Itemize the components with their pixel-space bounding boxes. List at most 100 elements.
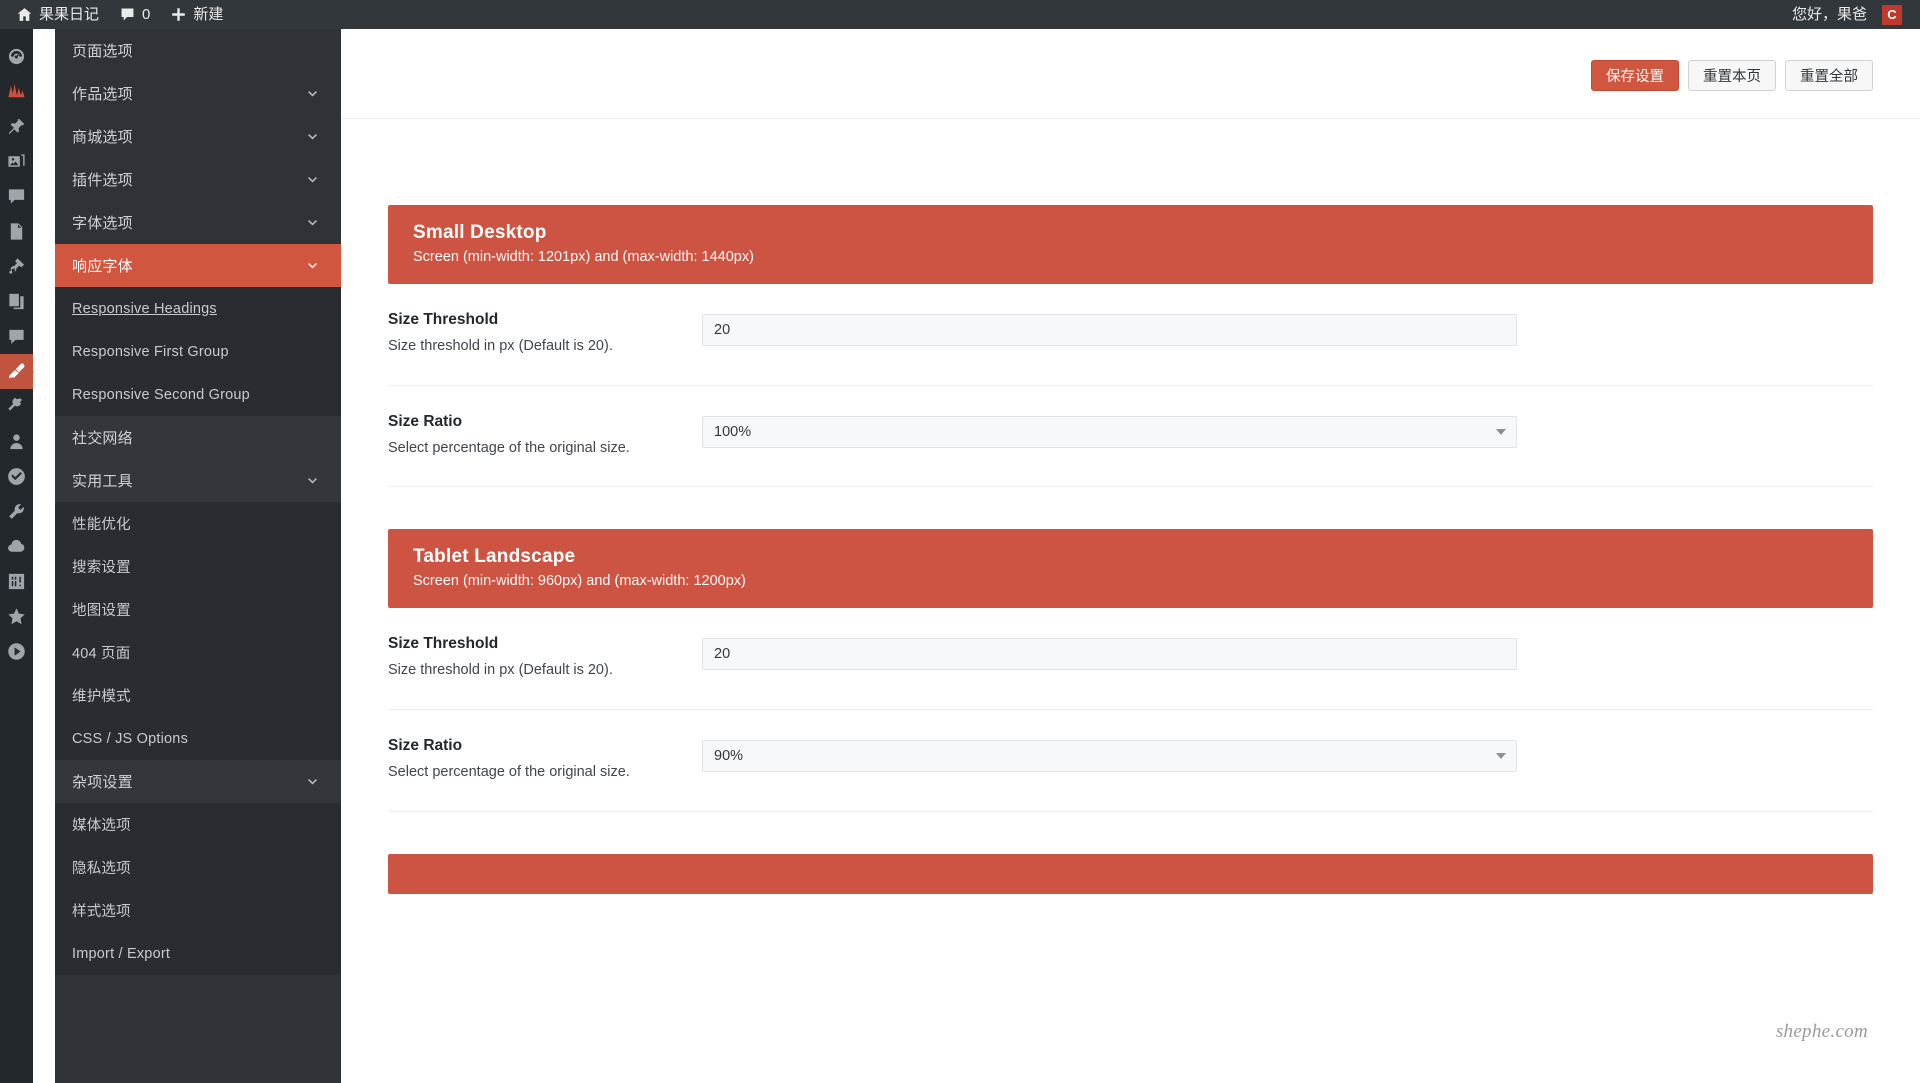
setting-label-block: Size Threshold Size threshold in px (Defa… <box>388 635 702 681</box>
save-button[interactable]: 保存设置 <box>1591 60 1679 91</box>
sidebar-item-7[interactable]: Responsive First Group <box>55 330 341 373</box>
sidebar-item-11[interactable]: 性能优化 <box>55 502 341 545</box>
check-badge-icon[interactable] <box>0 459 33 494</box>
sidebar-item-label: 插件选项 <box>72 172 133 189</box>
chevron-down-icon <box>306 474 319 487</box>
account-menu[interactable]: 您好，果爸 C <box>1782 0 1912 29</box>
sidebar-item-1[interactable]: 作品选项 <box>55 72 341 115</box>
sidebar-item-3[interactable]: 插件选项 <box>55 158 341 201</box>
pages-icon[interactable] <box>0 214 33 249</box>
greeting-label: 您好，果爸 <box>1791 6 1867 23</box>
chevron-down-icon <box>1496 753 1506 760</box>
dashboard-icon[interactable] <box>0 39 33 74</box>
appearance-brush-icon[interactable] <box>0 354 34 389</box>
sidebar-item-9[interactable]: 社交网络 <box>55 416 341 459</box>
plugins-puzzle-icon[interactable] <box>0 249 33 284</box>
sidebar-item-10[interactable]: 实用工具 <box>55 459 341 502</box>
chevron-down-icon <box>306 173 319 186</box>
avatar: C <box>1882 4 1902 25</box>
sidebar-item-19[interactable]: 隐私选项 <box>55 846 341 889</box>
tools-wrench-icon[interactable] <box>0 494 33 529</box>
cloud-icon[interactable] <box>0 529 33 564</box>
settings-sliders-icon[interactable] <box>0 564 33 599</box>
new-content-menu[interactable]: 新建 <box>160 0 233 29</box>
sidebar-item-0[interactable]: 页面选项 <box>55 29 341 72</box>
sidebar-item-16[interactable]: CSS / JS Options <box>55 717 341 760</box>
comments-icon[interactable] <box>0 179 33 214</box>
wp-admin-menu-rail <box>0 29 34 1083</box>
setting-title: Size Ratio <box>388 412 463 430</box>
input-value: 20 <box>714 322 731 338</box>
setting-label-block: Size Ratio Select percentage of the origi… <box>388 737 702 783</box>
site-name-menu[interactable]: 果果日记 <box>6 0 109 29</box>
pin-icon[interactable] <box>0 109 33 144</box>
size-threshold-input[interactable]: 20 <box>702 314 1517 346</box>
sidebar-item-label: 样式选项 <box>72 904 131 920</box>
play-circle-icon[interactable] <box>0 634 33 669</box>
plus-icon <box>170 6 187 23</box>
setting-description: Size threshold in px (Default is 20). <box>388 662 613 679</box>
sidebar-item-label: 杂项设置 <box>72 774 133 791</box>
sidebar-item-2[interactable]: 商城选项 <box>55 115 341 158</box>
chevron-down-icon <box>306 130 319 143</box>
comments-menu[interactable]: 0 <box>109 0 160 29</box>
sidebar-item-4[interactable]: 字体选项 <box>55 201 341 244</box>
chevron-down-icon <box>306 775 319 788</box>
section-banner-0: Small Desktop Screen (min-width: 1201px) … <box>388 205 1873 284</box>
sidebar-item-15[interactable]: 维护模式 <box>55 674 341 717</box>
sidebar-item-label: 页面选项 <box>72 43 133 60</box>
reset-page-button[interactable]: 重置本页 <box>1688 60 1776 91</box>
sidebar-item-18[interactable]: 媒体选项 <box>55 803 341 846</box>
sidebar-item-label: Import / Export <box>72 945 171 962</box>
section-banner-1: Tablet Landscape Screen (min-width: 960px… <box>388 529 1873 609</box>
setting-row: Size Threshold Size threshold in px (Defa… <box>388 284 1873 386</box>
star-icon[interactable] <box>0 599 33 634</box>
plugin-plug-icon[interactable] <box>0 389 33 424</box>
setting-title: Size Threshold <box>388 635 499 653</box>
sidebar-item-6[interactable]: Responsive Headings <box>55 287 341 330</box>
setting-description: Select percentage of the original size. <box>388 764 630 781</box>
size-ratio-select[interactable]: 90% <box>702 740 1517 773</box>
sidebar-item-label: CSS / JS Options <box>72 730 189 747</box>
duplicate-pages-icon[interactable] <box>0 284 33 319</box>
sidebar-item-17[interactable]: 杂项设置 <box>55 760 341 803</box>
sidebar-item-12[interactable]: 搜索设置 <box>55 545 341 588</box>
sidebar-item-label: 404 页面 <box>72 646 131 662</box>
analytics-icon[interactable] <box>0 74 33 109</box>
sidebar-item-label: 维护模式 <box>72 689 131 705</box>
chevron-down-icon <box>306 259 319 272</box>
setting-description: Size threshold in px (Default is 20). <box>388 338 613 354</box>
users-icon[interactable] <box>0 424 33 459</box>
sidebar-item-13[interactable]: 地图设置 <box>55 588 341 631</box>
watermark: shephe.com <box>1775 1021 1868 1042</box>
section-subtitle: Screen (min-width: 960px) and (max-width… <box>413 573 746 590</box>
sidebar-item-5[interactable]: 响应字体 <box>55 244 341 287</box>
comments-count: 0 <box>142 6 151 23</box>
sidebar-item-label: 隐私选项 <box>72 861 131 877</box>
chevron-down-icon <box>1496 428 1506 435</box>
home-icon <box>16 6 33 23</box>
size-threshold-input[interactable]: 20 <box>702 638 1517 671</box>
reset-all-button[interactable]: 重置全部 <box>1785 60 1873 91</box>
select-value: 100% <box>714 423 752 440</box>
speech-bubble-icon[interactable] <box>0 319 33 354</box>
size-ratio-select[interactable]: 100% <box>702 415 1517 448</box>
admin-bar: 果果日记 0 新建 您好，果爸 C <box>0 0 1920 29</box>
sidebar-item-label: 媒体选项 <box>72 818 131 834</box>
site-name-label: 果果日记 <box>39 6 100 23</box>
sidebar-item-14[interactable]: 404 页面 <box>55 631 341 674</box>
input-value: 20 <box>714 646 731 663</box>
sidebar-item-label: 搜索设置 <box>72 560 131 576</box>
section-subtitle: Screen (min-width: 1201px) and (max-widt… <box>413 249 754 265</box>
setting-label-block: Size Threshold Size threshold in px (Defa… <box>388 311 702 357</box>
media-icon[interactable] <box>0 144 33 179</box>
comment-icon <box>119 6 136 23</box>
sidebar-item-20[interactable]: 样式选项 <box>55 889 341 932</box>
setting-row: Size Threshold Size threshold in px (Defa… <box>388 608 1873 711</box>
sidebar-item-label: 实用工具 <box>72 473 133 490</box>
sidebar-item-8[interactable]: Responsive Second Group <box>55 373 341 416</box>
sidebar-item-label: 响应字体 <box>72 258 133 275</box>
setting-control-block: 90% <box>702 737 1873 783</box>
sidebar-item-21[interactable]: Import / Export <box>55 932 341 975</box>
options-sidebar[interactable]: 页面选项作品选项 商城选项插件选项字体选项响应字体 Responsive Headi… <box>55 29 341 1083</box>
